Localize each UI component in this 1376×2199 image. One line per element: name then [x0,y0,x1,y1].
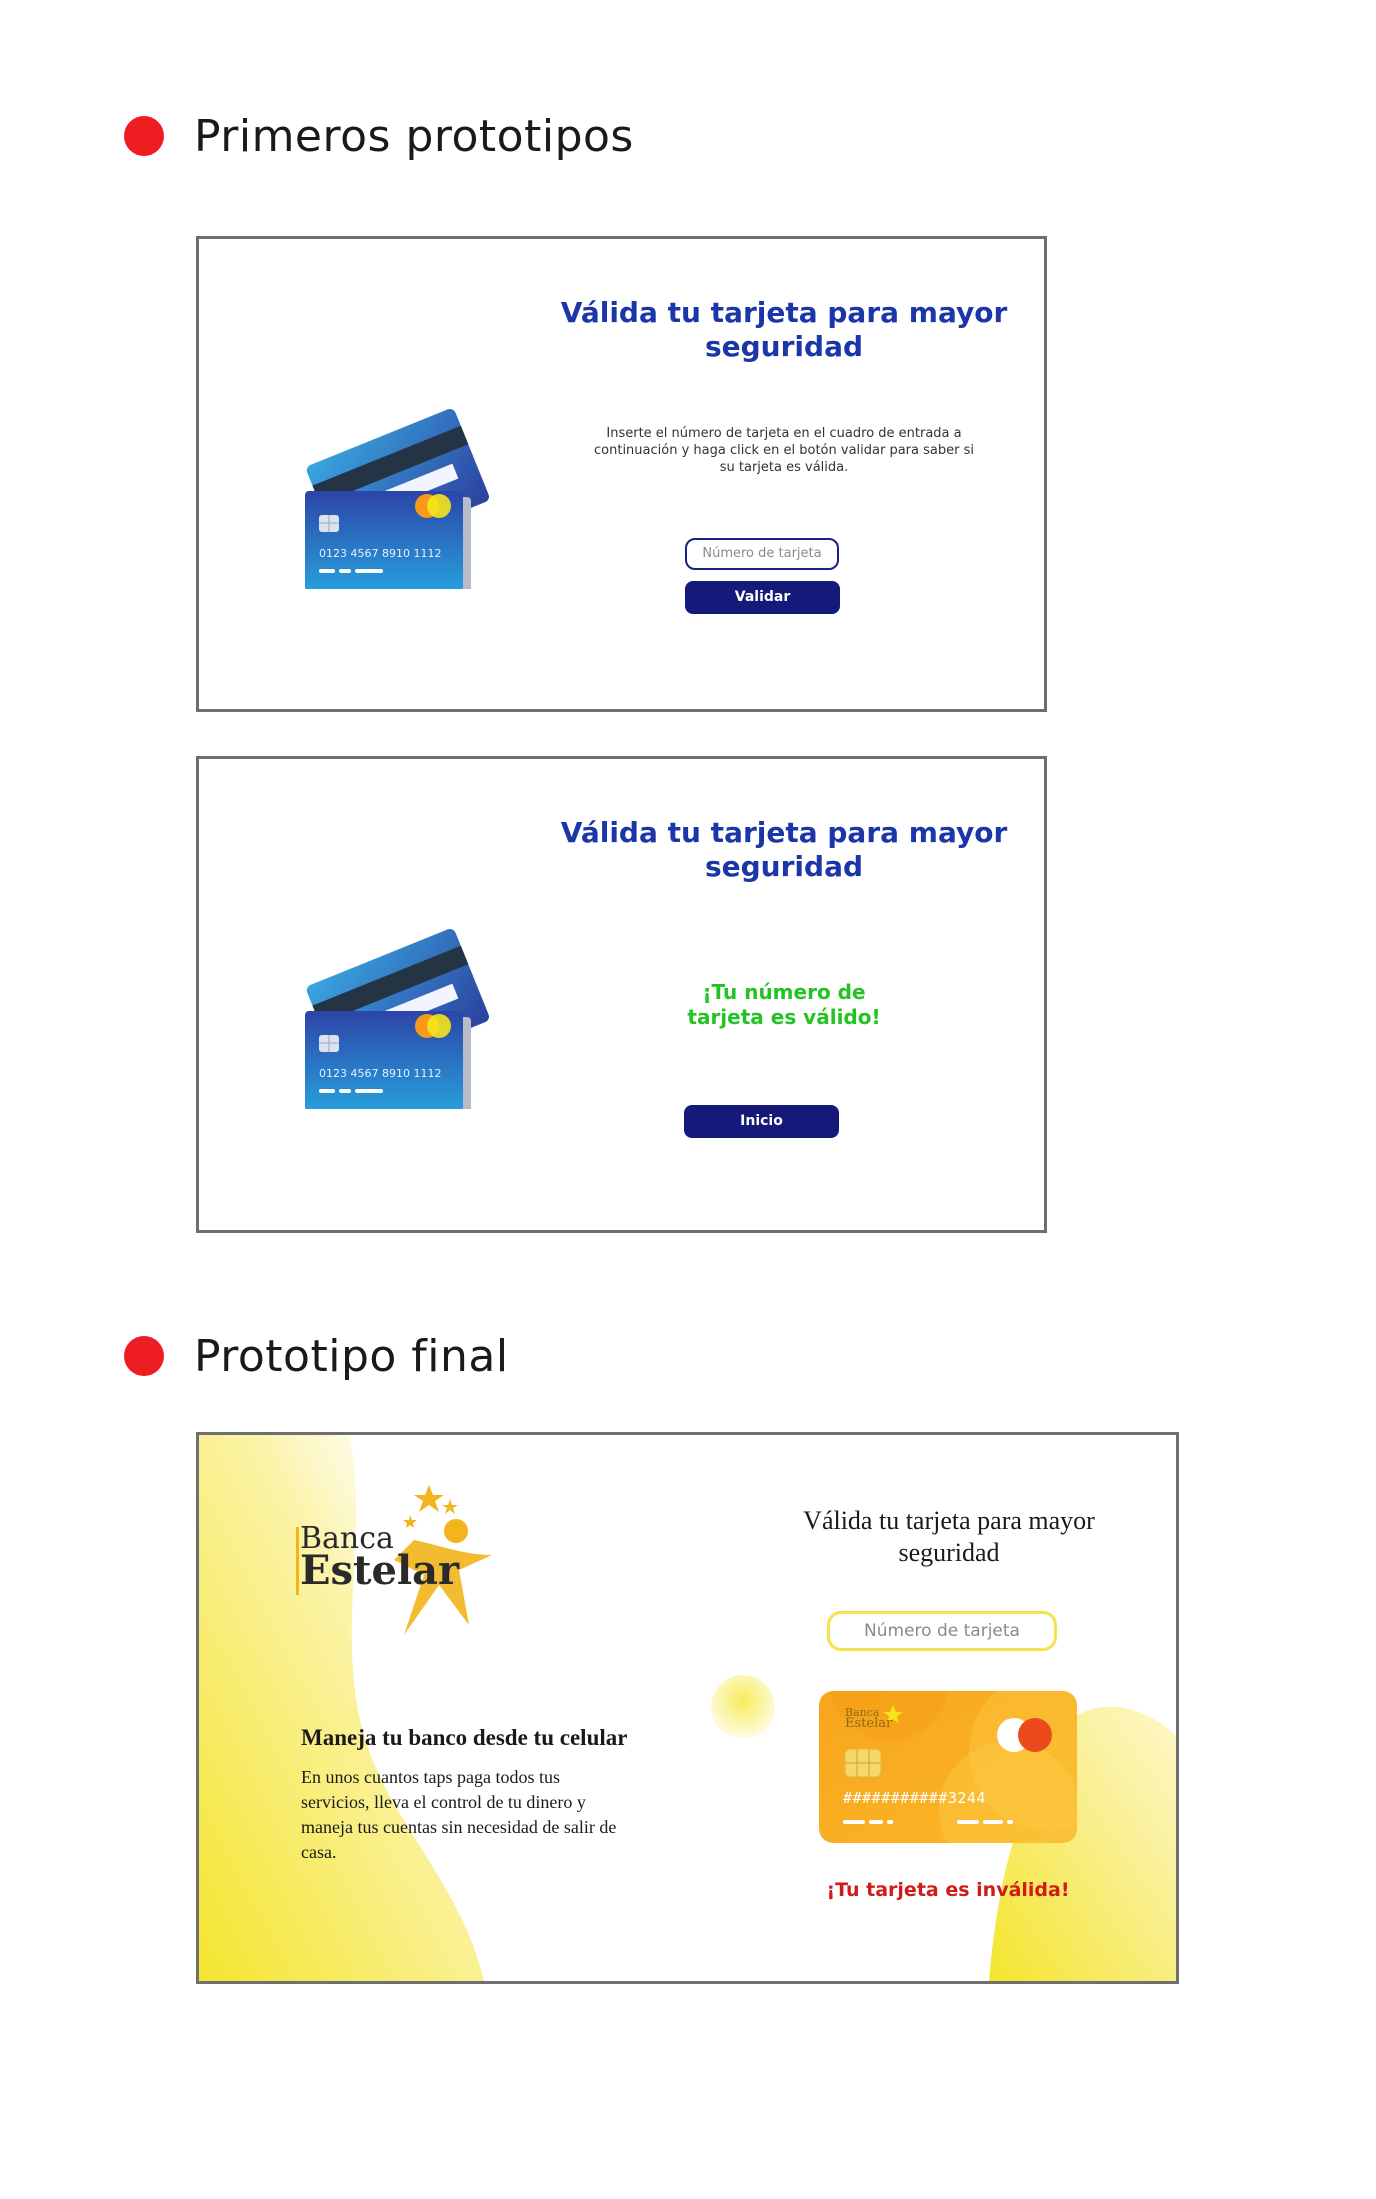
prototype-final-frame: Banca Estelar Válida tu tarjeta para may… [196,1432,1179,1984]
card-number-text: ###########3244 [843,1789,986,1807]
section-title: Primeros prototipos [194,110,634,162]
bullet-icon [124,1336,164,1376]
card-number-input[interactable]: Número de tarjeta [685,538,839,570]
instructions-text: Inserte el número de tarjeta en el cuadr… [594,426,974,475]
card-brand-logo: Banca Estelar [845,1707,893,1731]
validate-button[interactable]: Validar [685,581,840,614]
credit-cards-icon: 0123 4567 8910 1112 [305,408,489,589]
banca-estelar-logo: Banca Estelar [294,1485,524,1645]
bullet-icon [124,116,164,156]
invalid-message: ¡Tu tarjeta es inválida! [826,1879,1070,1901]
credit-card: Banca Estelar ###########3244 [819,1691,1077,1843]
valid-message: ¡Tu número de tarjeta es válido! [687,980,881,1029]
slogan-heading: Maneja tu banco desde tu celular [301,1725,628,1750]
card-number-input[interactable]: Número de tarjeta [827,1611,1057,1651]
home-button[interactable]: Inicio [684,1105,839,1138]
credit-cards-icon: 0123 4567 8910 1112 [305,928,489,1109]
brand-name-line2: Estelar [300,1547,460,1594]
prototype-validate-frame: 0123 4567 8910 1112 Válida tu tarjeta pa… [196,236,1047,712]
slogan-description: En unos cuantos taps paga todos tus serv… [301,1767,617,1862]
page-title: Válida tu tarjeta para mayor seguridad [803,1506,1095,1567]
card-number-text: 0123 4567 8910 1112 [319,1067,441,1080]
section-header-early: Primeros prototipos [124,106,634,166]
brand-accent-bar [296,1527,299,1595]
page-title: Válida tu tarjeta para mayor seguridad [560,816,1008,883]
prototype-valid-result-frame: 0123 4567 8910 1112 Válida tu tarjeta pa… [196,756,1047,1233]
section-header-final: Prototipo final [124,1326,509,1386]
card-number-text: 0123 4567 8910 1112 [319,547,441,560]
card-brand-line2: Estelar [845,1716,893,1731]
page-title: Válida tu tarjeta para mayor seguridad [560,296,1008,363]
section-title: Prototipo final [194,1330,509,1382]
